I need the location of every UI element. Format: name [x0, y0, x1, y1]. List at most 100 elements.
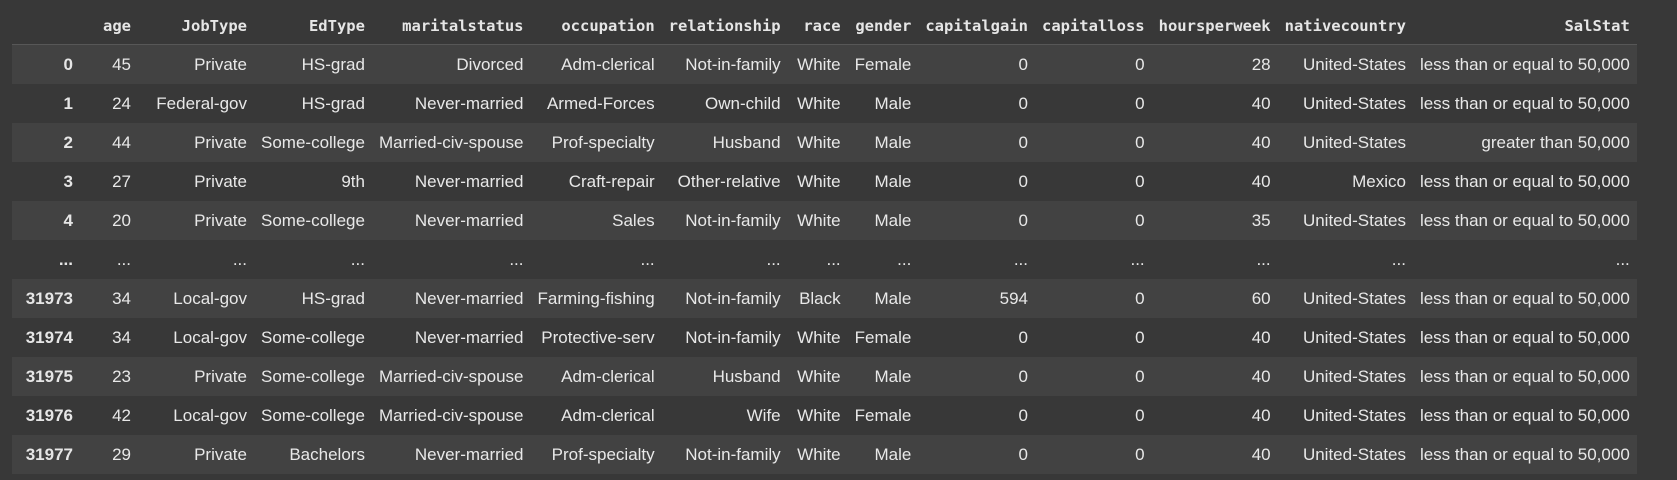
cell-relationship: Own-child: [705, 94, 781, 113]
table-header: age JobType EdType maritalstatus occupat…: [12, 8, 1637, 45]
cell-age: 20: [112, 211, 131, 230]
row-index: 2: [63, 133, 73, 152]
cell-jobtype: Private: [194, 211, 247, 230]
cell-salstat: less than or equal to 50,000: [1419, 94, 1630, 113]
dataframe-table: age JobType EdType maritalstatus occupat…: [12, 8, 1637, 474]
cell-edtype: Some-college: [261, 406, 365, 425]
header-index: [12, 8, 80, 45]
cell-occupation: ...: [640, 250, 655, 269]
cell-nativecountry: Mexico: [1352, 172, 1406, 191]
header-maritalstatus: maritalstatus: [371, 8, 531, 45]
cell-capitalloss: 0: [1135, 445, 1145, 464]
row-index: 31974: [25, 328, 73, 347]
cell-nativecountry: United-States: [1302, 445, 1406, 464]
cell-edtype: Some-college: [261, 133, 365, 152]
cell-maritalstatus: Never-married: [414, 211, 524, 230]
cell-maritalstatus: Married-civ-spouse: [378, 133, 524, 152]
header-occupation: occupation: [530, 8, 662, 45]
cell-capitalgain: 0: [1018, 55, 1028, 74]
cell-gender: Male: [874, 211, 912, 230]
header-gender: gender: [847, 8, 919, 45]
cell-race: ...: [826, 250, 841, 269]
row-index: 31976: [25, 406, 73, 425]
cell-hoursperweek: 40: [1251, 94, 1271, 113]
cell-relationship: ...: [766, 250, 781, 269]
cell-relationship: Not-in-family: [685, 328, 781, 347]
header-capitalloss: capitalloss: [1034, 8, 1152, 45]
cell-occupation: Protective-serv: [541, 328, 655, 347]
cell-capitalloss: 0: [1135, 328, 1145, 347]
cell-salstat: ...: [1615, 250, 1630, 269]
cell-nativecountry: United-States: [1302, 55, 1406, 74]
cell-age: 42: [112, 406, 131, 425]
cell-hoursperweek: 40: [1251, 133, 1271, 152]
header-salstat: SalStat: [1412, 8, 1637, 45]
cell-nativecountry: United-States: [1302, 94, 1406, 113]
cell-age: 34: [112, 328, 131, 347]
cell-salstat: less than or equal to 50,000: [1419, 445, 1630, 464]
table-row: 0 45 Private HS-grad Divorced Adm-clerical Not…: [12, 44, 1637, 84]
row-index: 1: [63, 94, 73, 113]
cell-race: White: [797, 367, 841, 386]
cell-hoursperweek: 60: [1251, 289, 1271, 308]
cell-relationship: Not-in-family: [685, 55, 781, 74]
cell-capitalloss: 0: [1135, 133, 1145, 152]
table-row: 3 27 Private 9th Never-married Craft-repair Ot…: [12, 162, 1637, 201]
cell-hoursperweek: ...: [1256, 250, 1271, 269]
cell-nativecountry: United-States: [1302, 211, 1406, 230]
cell-gender: Male: [874, 94, 912, 113]
cell-race: White: [797, 328, 841, 347]
cell-occupation: Adm-clerical: [561, 367, 655, 386]
cell-salstat: less than or equal to 50,000: [1419, 211, 1630, 230]
cell-maritalstatus: Divorced: [456, 55, 524, 74]
cell-nativecountry: United-States: [1302, 328, 1406, 347]
cell-hoursperweek: 40: [1251, 328, 1271, 347]
cell-capitalgain: ...: [1013, 250, 1028, 269]
cell-age: 24: [112, 94, 131, 113]
cell-jobtype: Local-gov: [173, 406, 247, 425]
row-index: 31975: [25, 367, 73, 386]
cell-relationship: Husband: [712, 367, 781, 386]
cell-salstat: less than or equal to 50,000: [1419, 367, 1630, 386]
row-index: ...: [58, 250, 73, 269]
cell-capitalgain: 0: [1018, 172, 1028, 191]
header-jobtype: JobType: [138, 8, 254, 45]
cell-occupation: Prof-specialty: [551, 445, 655, 464]
row-index: 0: [63, 55, 73, 74]
header-nativecountry: nativecountry: [1277, 8, 1413, 45]
cell-occupation: Sales: [612, 211, 655, 230]
cell-gender: Female: [854, 406, 912, 425]
cell-occupation: Adm-clerical: [561, 406, 655, 425]
header-row: age JobType EdType maritalstatus occupat…: [12, 8, 1637, 45]
cell-jobtype: Private: [194, 55, 247, 74]
cell-edtype: Some-college: [261, 211, 365, 230]
cell-gender: Male: [874, 289, 912, 308]
cell-gender: Male: [874, 172, 912, 191]
cell-capitalgain: 594: [999, 289, 1028, 308]
cell-relationship: Not-in-family: [685, 211, 781, 230]
cell-salstat: less than or equal to 50,000: [1419, 172, 1630, 191]
cell-edtype: Some-college: [261, 367, 365, 386]
cell-occupation: Prof-specialty: [551, 133, 655, 152]
cell-race: White: [797, 55, 841, 74]
cell-relationship: Husband: [712, 133, 781, 152]
cell-age: ...: [116, 250, 131, 269]
cell-race: White: [797, 172, 841, 191]
header-capitalgain: capitalgain: [918, 8, 1035, 45]
cell-race: White: [797, 211, 841, 230]
cell-capitalloss: 0: [1135, 367, 1145, 386]
cell-capitalloss: 0: [1135, 211, 1145, 230]
cell-capitalloss: 0: [1135, 172, 1145, 191]
cell-capitalloss: ...: [1130, 250, 1145, 269]
table-row: 31974 34 Local-gov Some-college Never-marrie…: [12, 318, 1637, 357]
cell-edtype: Bachelors: [289, 445, 365, 464]
cell-edtype: HS-grad: [301, 55, 365, 74]
cell-capitalgain: 0: [1018, 445, 1028, 464]
cell-hoursperweek: 40: [1251, 172, 1271, 191]
cell-jobtype: Private: [194, 445, 247, 464]
cell-nativecountry: United-States: [1302, 406, 1406, 425]
header-race: race: [787, 8, 848, 45]
cell-age: 34: [112, 289, 131, 308]
row-index: 31973: [25, 289, 73, 308]
cell-relationship: Not-in-family: [685, 445, 781, 464]
